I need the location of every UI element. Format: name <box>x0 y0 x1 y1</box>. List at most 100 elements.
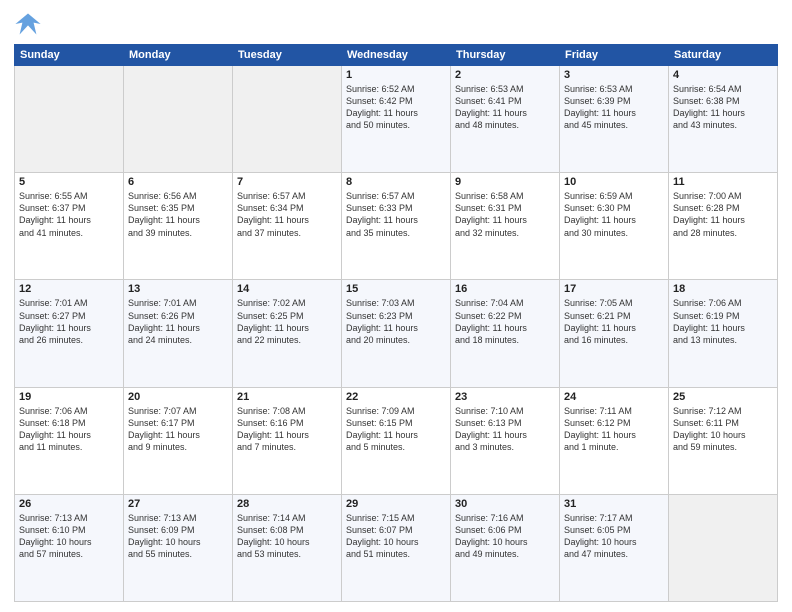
day-number: 12 <box>19 283 119 295</box>
day-info: Sunrise: 7:16 AM Sunset: 6:06 PM Dayligh… <box>455 512 555 561</box>
calendar-cell: 15 Sunrise: 7:03 AM Sunset: 6:23 PM Dayli… <box>342 280 451 387</box>
day-info: Sunrise: 6:59 AM Sunset: 6:30 PM Dayligh… <box>564 190 664 239</box>
weekday-header-friday: Friday <box>560 45 669 66</box>
calendar-week-row: 26Sunrise: 7:13 AM Sunset: 6:10 PM Dayli… <box>15 494 778 601</box>
calendar-cell: 2 Sunrise: 6:53 AM Sunset: 6:41 PM Daylig… <box>451 66 560 173</box>
day-info: Sunrise: 7:07 AM Sunset: 6:17 PM Dayligh… <box>128 405 228 454</box>
weekday-header-saturday: Saturday <box>669 45 778 66</box>
day-number: 24 <box>564 391 664 403</box>
day-number: 9 <box>455 176 555 188</box>
day-info: Sunrise: 6:53 AM Sunset: 6:39 PM Dayligh… <box>564 83 664 132</box>
day-info: Sunrise: 6:56 AM Sunset: 6:35 PM Dayligh… <box>128 190 228 239</box>
day-info: Sunrise: 7:04 AM Sunset: 6:22 PM Dayligh… <box>455 297 555 346</box>
day-info: Sunrise: 6:53 AM Sunset: 6:41 PM Dayligh… <box>455 83 555 132</box>
day-info: Sunrise: 7:03 AM Sunset: 6:23 PM Dayligh… <box>346 297 446 346</box>
calendar-cell: 18 Sunrise: 7:06 AM Sunset: 6:19 PM Dayli… <box>669 280 778 387</box>
day-number: 28 <box>237 498 337 510</box>
weekday-header-thursday: Thursday <box>451 45 560 66</box>
calendar-cell: 16 Sunrise: 7:04 AM Sunset: 6:22 PM Dayli… <box>451 280 560 387</box>
day-number: 21 <box>237 391 337 403</box>
day-number: 6 <box>128 176 228 188</box>
day-info: Sunrise: 7:08 AM Sunset: 6:16 PM Dayligh… <box>237 405 337 454</box>
calendar-cell: 9 Sunrise: 6:58 AM Sunset: 6:31 PM Daylig… <box>451 173 560 280</box>
calendar-week-row: 5Sunrise: 6:55 AM Sunset: 6:37 PM Daylig… <box>15 173 778 280</box>
day-number: 27 <box>128 498 228 510</box>
calendar-cell: 11 Sunrise: 7:00 AM Sunset: 6:28 PM Dayli… <box>669 173 778 280</box>
day-info: Sunrise: 7:14 AM Sunset: 6:08 PM Dayligh… <box>237 512 337 561</box>
day-number: 16 <box>455 283 555 295</box>
day-number: 18 <box>673 283 773 295</box>
day-info: Sunrise: 7:09 AM Sunset: 6:15 PM Dayligh… <box>346 405 446 454</box>
day-info: Sunrise: 6:55 AM Sunset: 6:37 PM Dayligh… <box>19 190 119 239</box>
day-number: 29 <box>346 498 446 510</box>
weekday-header-tuesday: Tuesday <box>233 45 342 66</box>
day-number: 7 <box>237 176 337 188</box>
day-number: 1 <box>346 69 446 81</box>
day-info: Sunrise: 7:00 AM Sunset: 6:28 PM Dayligh… <box>673 190 773 239</box>
day-info: Sunrise: 7:05 AM Sunset: 6:21 PM Dayligh… <box>564 297 664 346</box>
day-info: Sunrise: 7:01 AM Sunset: 6:27 PM Dayligh… <box>19 297 119 346</box>
day-number: 19 <box>19 391 119 403</box>
calendar-cell: 22 Sunrise: 7:09 AM Sunset: 6:15 PM Dayli… <box>342 387 451 494</box>
calendar-cell <box>669 494 778 601</box>
day-number: 26 <box>19 498 119 510</box>
calendar-table: SundayMondayTuesdayWednesdayThursdayFrid… <box>14 44 778 602</box>
calendar-cell: 14 Sunrise: 7:02 AM Sunset: 6:25 PM Dayli… <box>233 280 342 387</box>
day-number: 15 <box>346 283 446 295</box>
day-number: 14 <box>237 283 337 295</box>
logo <box>14 10 46 38</box>
calendar-cell: 26Sunrise: 7:13 AM Sunset: 6:10 PM Dayli… <box>15 494 124 601</box>
calendar-cell: 6 Sunrise: 6:56 AM Sunset: 6:35 PM Daylig… <box>124 173 233 280</box>
calendar-cell: 27 Sunrise: 7:13 AM Sunset: 6:09 PM Dayli… <box>124 494 233 601</box>
calendar-cell: 20 Sunrise: 7:07 AM Sunset: 6:17 PM Dayli… <box>124 387 233 494</box>
calendar-cell: 13 Sunrise: 7:01 AM Sunset: 6:26 PM Dayli… <box>124 280 233 387</box>
day-info: Sunrise: 6:52 AM Sunset: 6:42 PM Dayligh… <box>346 83 446 132</box>
logo-bird-icon <box>14 10 42 38</box>
day-info: Sunrise: 7:06 AM Sunset: 6:19 PM Dayligh… <box>673 297 773 346</box>
calendar-cell: 19Sunrise: 7:06 AM Sunset: 6:18 PM Dayli… <box>15 387 124 494</box>
day-number: 8 <box>346 176 446 188</box>
day-info: Sunrise: 7:11 AM Sunset: 6:12 PM Dayligh… <box>564 405 664 454</box>
day-info: Sunrise: 7:02 AM Sunset: 6:25 PM Dayligh… <box>237 297 337 346</box>
day-number: 11 <box>673 176 773 188</box>
day-info: Sunrise: 7:13 AM Sunset: 6:09 PM Dayligh… <box>128 512 228 561</box>
calendar-cell: 30 Sunrise: 7:16 AM Sunset: 6:06 PM Dayli… <box>451 494 560 601</box>
calendar-cell: 7 Sunrise: 6:57 AM Sunset: 6:34 PM Daylig… <box>233 173 342 280</box>
calendar-cell: 28 Sunrise: 7:14 AM Sunset: 6:08 PM Dayli… <box>233 494 342 601</box>
day-info: Sunrise: 6:58 AM Sunset: 6:31 PM Dayligh… <box>455 190 555 239</box>
calendar-cell: 12 Sunrise: 7:01 AM Sunset: 6:27 PM Dayli… <box>15 280 124 387</box>
calendar-week-row: 12 Sunrise: 7:01 AM Sunset: 6:27 PM Dayli… <box>15 280 778 387</box>
day-number: 31 <box>564 498 664 510</box>
weekday-header-sunday: Sunday <box>15 45 124 66</box>
day-number: 30 <box>455 498 555 510</box>
calendar-cell: 24 Sunrise: 7:11 AM Sunset: 6:12 PM Dayli… <box>560 387 669 494</box>
calendar-cell: 23 Sunrise: 7:10 AM Sunset: 6:13 PM Dayli… <box>451 387 560 494</box>
calendar-cell: 17Sunrise: 7:05 AM Sunset: 6:21 PM Dayli… <box>560 280 669 387</box>
day-info: Sunrise: 6:54 AM Sunset: 6:38 PM Dayligh… <box>673 83 773 132</box>
day-info: Sunrise: 7:15 AM Sunset: 6:07 PM Dayligh… <box>346 512 446 561</box>
header <box>14 10 778 38</box>
calendar-cell: 31 Sunrise: 7:17 AM Sunset: 6:05 PM Dayli… <box>560 494 669 601</box>
calendar-cell: 5Sunrise: 6:55 AM Sunset: 6:37 PM Daylig… <box>15 173 124 280</box>
day-info: Sunrise: 7:10 AM Sunset: 6:13 PM Dayligh… <box>455 405 555 454</box>
calendar-cell <box>15 66 124 173</box>
day-info: Sunrise: 7:12 AM Sunset: 6:11 PM Dayligh… <box>673 405 773 454</box>
calendar-cell <box>233 66 342 173</box>
day-info: Sunrise: 7:01 AM Sunset: 6:26 PM Dayligh… <box>128 297 228 346</box>
day-number: 25 <box>673 391 773 403</box>
day-number: 20 <box>128 391 228 403</box>
calendar-cell: 25 Sunrise: 7:12 AM Sunset: 6:11 PM Dayli… <box>669 387 778 494</box>
calendar-cell: 8Sunrise: 6:57 AM Sunset: 6:33 PM Daylig… <box>342 173 451 280</box>
weekday-header-monday: Monday <box>124 45 233 66</box>
calendar-cell: 21 Sunrise: 7:08 AM Sunset: 6:16 PM Dayli… <box>233 387 342 494</box>
calendar-cell: 3 Sunrise: 6:53 AM Sunset: 6:39 PM Daylig… <box>560 66 669 173</box>
day-info: Sunrise: 6:57 AM Sunset: 6:34 PM Dayligh… <box>237 190 337 239</box>
day-number: 22 <box>346 391 446 403</box>
day-info: Sunrise: 7:17 AM Sunset: 6:05 PM Dayligh… <box>564 512 664 561</box>
day-number: 3 <box>564 69 664 81</box>
day-number: 23 <box>455 391 555 403</box>
day-number: 13 <box>128 283 228 295</box>
calendar-cell: 4 Sunrise: 6:54 AM Sunset: 6:38 PM Daylig… <box>669 66 778 173</box>
day-number: 2 <box>455 69 555 81</box>
day-number: 4 <box>673 69 773 81</box>
